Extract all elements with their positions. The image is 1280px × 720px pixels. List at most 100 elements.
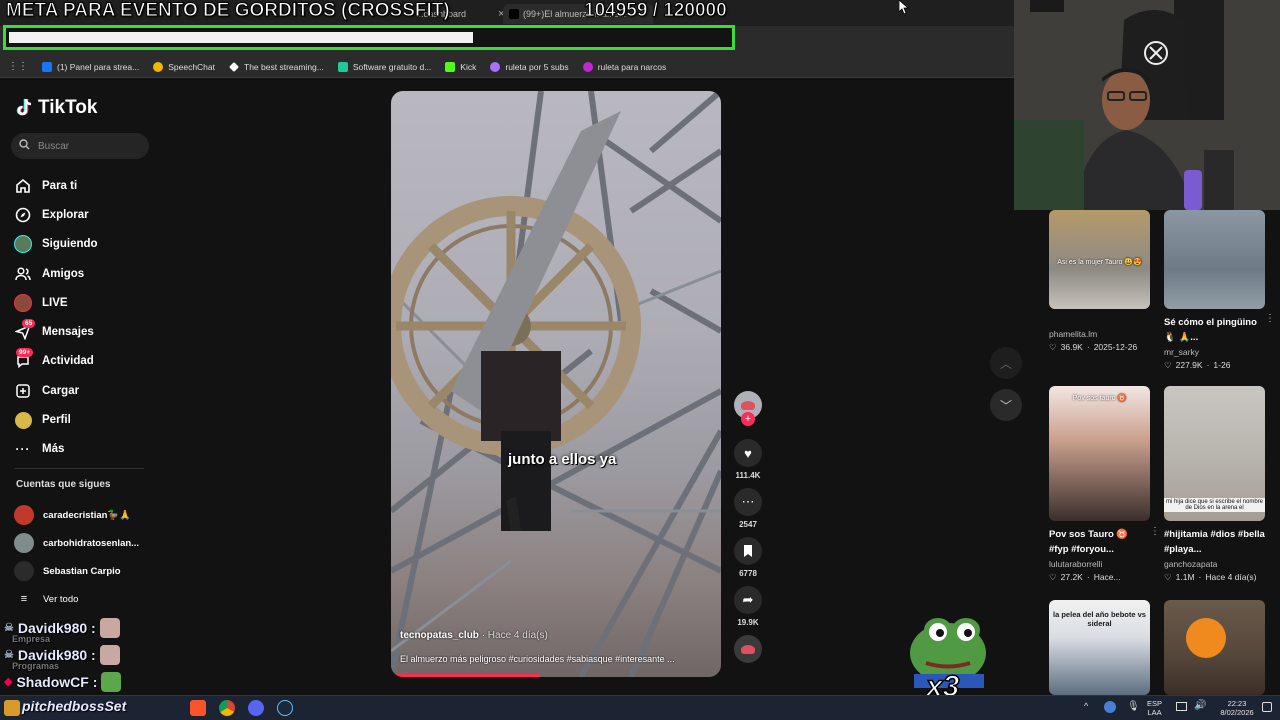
nav-label: Cargar [42,384,80,397]
video-progress-bar[interactable] [391,674,540,677]
bookmark-item[interactable]: (1) Panel para strea... [42,61,139,72]
card-title: #hijitamia #dios #bella #playa... [1164,529,1265,555]
folder-icon[interactable] [4,700,20,716]
clock[interactable]: 22:23 8/02/2026 [1214,699,1260,717]
following-icon [14,235,32,254]
bookmark-item[interactable]: ruleta por 5 subs [490,61,569,72]
video-card[interactable]: Pov sos tauro ♉ ⋮ Pov sos Tauro ♉ #fyp #… [1049,386,1160,583]
sidebar-item-mensajes[interactable]: 65 Mensajes [14,317,154,346]
video-thumbnail: Asi es la mujer Tauro 😃😍 [1049,210,1150,309]
card-author: phamelita.lm [1049,329,1098,339]
card-likes: 36.9K [1060,342,1083,352]
heart-outline-icon: ♡ [1164,572,1172,582]
see-all-link[interactable]: ≡ Ver todo [14,585,154,613]
next-video-button[interactable]: ﹀ [990,389,1022,421]
card-author: lulutaraborrelli [1049,559,1103,569]
tray-chevron-icon[interactable]: ^ [1084,701,1088,711]
comment-icon: ⋯ [734,488,762,516]
video-player[interactable]: junto a ellos ya tecnopatas_club · Hace … [391,91,721,677]
video-author-name: tecnopatas_club [400,630,479,641]
divider [14,468,144,469]
sidebar-item-explorar[interactable]: Explorar [14,200,154,229]
notification-icon[interactable] [1262,702,1272,712]
more-options-icon[interactable]: ⋮ [1150,526,1160,537]
previous-video-button[interactable]: ︿ [990,347,1022,379]
orange-character-illustration [1186,618,1226,658]
comment-button[interactable]: ⋯ 2547 [733,488,763,529]
nav-label: Explorar [42,208,89,221]
sidebar-item-amigos[interactable]: Amigos [14,259,154,288]
sidebar-item-para-ti[interactable]: Para ti [14,171,154,200]
nav-label: Siguiendo [42,238,98,251]
follow-plus-icon[interactable]: + [741,412,755,426]
creator-avatar[interactable]: + [733,391,763,426]
avatar [14,561,34,581]
friends-icon [14,265,32,283]
language-indicator[interactable]: ESP LAA [1147,699,1162,717]
following-item[interactable]: carbohidratosenlan... [14,529,154,557]
video-author[interactable]: tecnopatas_club · Hace 4 día(s) [400,630,548,641]
goal-count: 104959 / 120000 [584,0,728,22]
tiktok-logo[interactable]: TikTok [16,97,97,119]
following-item[interactable]: caradecristian🦆🙏 [14,501,154,529]
more-options-icon[interactable]: ⋮ [1265,313,1275,324]
apps-grid-icon[interactable]: ⋮⋮ [8,61,28,72]
bookmark-item[interactable]: The best streaming... [229,62,324,72]
background-text: Programas [12,661,60,671]
steam-icon[interactable] [277,700,293,716]
video-time: · Hace 4 día(s) [478,630,548,641]
search-input[interactable]: Buscar [11,133,149,159]
search-placeholder: Buscar [38,140,70,152]
card-title: Pov sos Tauro ♉ #fyp #foryou... [1049,529,1129,555]
goal-title: META PARA EVENTO DE GORDITOS (CROSSFIT) [6,0,451,22]
save-button[interactable]: 6778 [733,537,763,578]
language-top: ESP [1147,699,1163,708]
monitor-icon[interactable] [1176,702,1187,711]
like-button[interactable]: ♥ 111.4K [733,439,763,480]
share-button[interactable]: ➦ 19.9K [733,586,763,627]
video-card[interactable]: Asi es la mujer Tauro 😃😍 phamelita.lm ♡ 3… [1049,210,1150,353]
thumbnail-caption: mi hija dice que si escribe el nombre de… [1164,498,1265,512]
language-bottom: LAA [1147,708,1162,717]
card-meta: ♡ 1.1M · Hace 4 día(s) [1164,572,1257,582]
following-name: carbohidratosenlan... [43,537,140,549]
sidebar-item-siguiendo[interactable]: Siguiendo [14,230,154,259]
video-card[interactable]: mi hija dice que si escribe el nombre de… [1164,386,1265,583]
chat-message: ☠ Davidk980 : Empresa [4,614,164,644]
following-list: caradecristian🦆🙏 carbohidratosenlan... S… [14,501,154,613]
video-card[interactable]: ⋮ Sé cómo el pingüino 🐧 🙏... mr_sarky ♡ 2… [1164,210,1275,371]
bookmark-item[interactable]: Software gratuito d... [337,61,431,72]
sound-disc[interactable] [733,635,763,663]
discord-icon[interactable] [248,700,264,716]
share-count: 19.9K [737,618,759,627]
bookmark-item[interactable]: ruleta para narcos [582,61,666,72]
upload-icon [14,382,32,400]
tiktok-logo-icon [16,98,34,118]
nav-label: Actividad [42,355,94,368]
bookmark-item[interactable]: Kick [445,61,476,72]
volume-icon[interactable]: 🔊 [1194,700,1206,711]
tower-pulley-illustration [391,91,721,677]
sidebar-item-live[interactable]: LIVE [14,288,154,317]
sidebar-item-mas[interactable]: ··· Más [14,435,154,464]
card-likes: 1.1M [1175,572,1195,582]
video-card[interactable] [1164,600,1265,695]
microphone-icon[interactable]: 🎙 [1127,701,1140,712]
network-icon[interactable] [1104,701,1116,713]
video-thumbnail: Pov sos tauro ♉ [1049,386,1150,521]
clock-time: 22:23 [1227,699,1247,708]
brand-name: TikTok [38,97,98,118]
chrome-icon[interactable] [219,700,235,716]
following-item[interactable]: Sebastian Carpio [14,557,154,585]
card-title: Sé cómo el pingüino 🐧 🙏... [1164,317,1257,343]
bookmark-item[interactable]: SpeechChat [153,61,215,72]
bot-icon: ☠ [4,622,14,634]
card-likes: 27.2K [1060,572,1083,582]
sidebar-item-actividad[interactable]: 99+ Actividad [14,347,154,376]
video-card[interactable]: la pelea del año bebote vs sideral [1049,600,1150,695]
sidebar-item-perfil[interactable]: Perfil [14,405,154,434]
pepe-emote-icon [101,671,122,692]
brave-browser-icon[interactable] [190,700,206,716]
sidebar-item-cargar[interactable]: Cargar [14,376,154,405]
card-time: 1-26 [1213,360,1231,370]
